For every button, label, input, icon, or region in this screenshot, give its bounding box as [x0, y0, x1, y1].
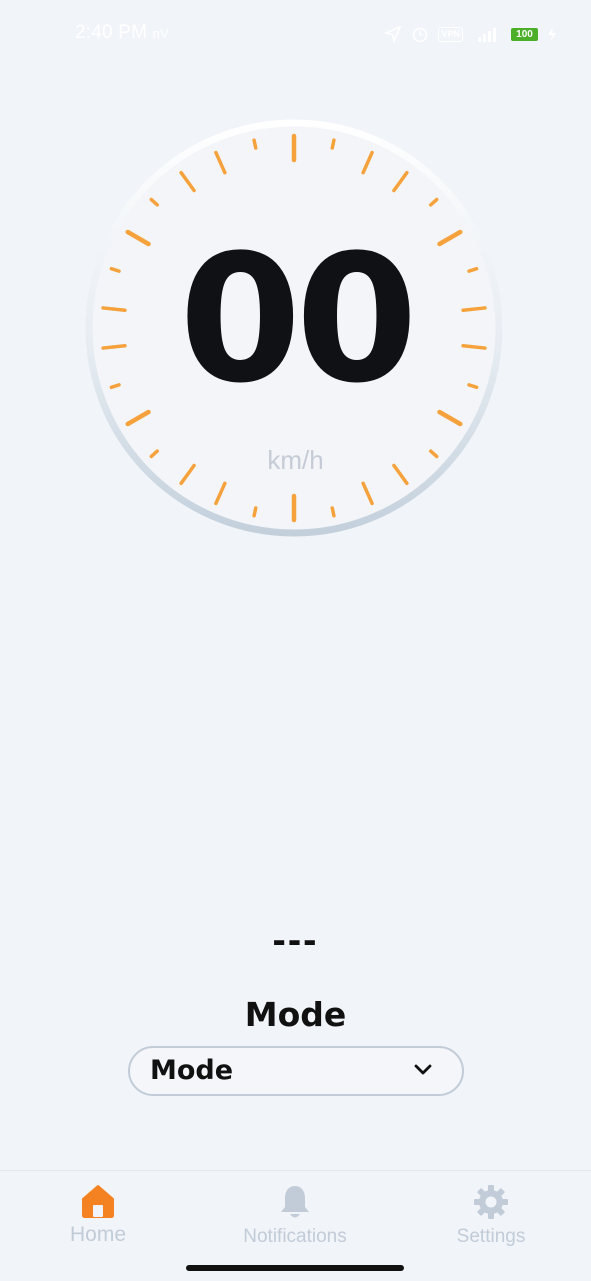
status-icons: VPN 100	[384, 22, 557, 46]
nav-item-home[interactable]: Home	[18, 1171, 178, 1271]
nav-item-settings[interactable]: Settings	[411, 1171, 571, 1271]
dial-tick	[330, 506, 336, 518]
charging-icon	[548, 27, 556, 41]
dial-tick	[252, 506, 258, 518]
alarm-icon	[413, 27, 428, 43]
mode-dropdown[interactable]: Mode	[128, 1046, 464, 1096]
gear-icon	[474, 1185, 508, 1219]
status-time: 2:40 PM nV	[75, 22, 169, 44]
vpn-badge: VPN	[438, 26, 463, 42]
nav-label-home: Home	[69, 1223, 127, 1246]
speed-readout: 00	[179, 217, 418, 422]
dial-tick	[330, 138, 336, 150]
clock-text: 2:40 PM	[75, 22, 148, 43]
dial-tick	[252, 138, 258, 150]
chevron-down-icon	[414, 1064, 432, 1075]
nav-label-settings: Settings	[456, 1226, 526, 1247]
nav-label-notifications: Notifications	[243, 1226, 347, 1247]
bell-icon	[281, 1186, 309, 1218]
carrier-text: nV	[152, 26, 169, 41]
signal-icon	[478, 28, 496, 42]
home-indicator[interactable]	[186, 1265, 404, 1271]
nav-item-notifications[interactable]: Notifications	[215, 1171, 375, 1271]
speed-unit: km/h	[267, 445, 324, 475]
mode-title: Mode	[244, 995, 347, 1034]
home-icon	[82, 1185, 114, 1218]
location-icon	[384, 25, 403, 43]
status-bar: 2:40 PM nV VPN 100	[0, 0, 591, 70]
mode-dropdown-value: Mode	[150, 1055, 234, 1086]
battery-indicator: 100	[511, 27, 538, 41]
current-mode-value: ---	[272, 918, 319, 962]
